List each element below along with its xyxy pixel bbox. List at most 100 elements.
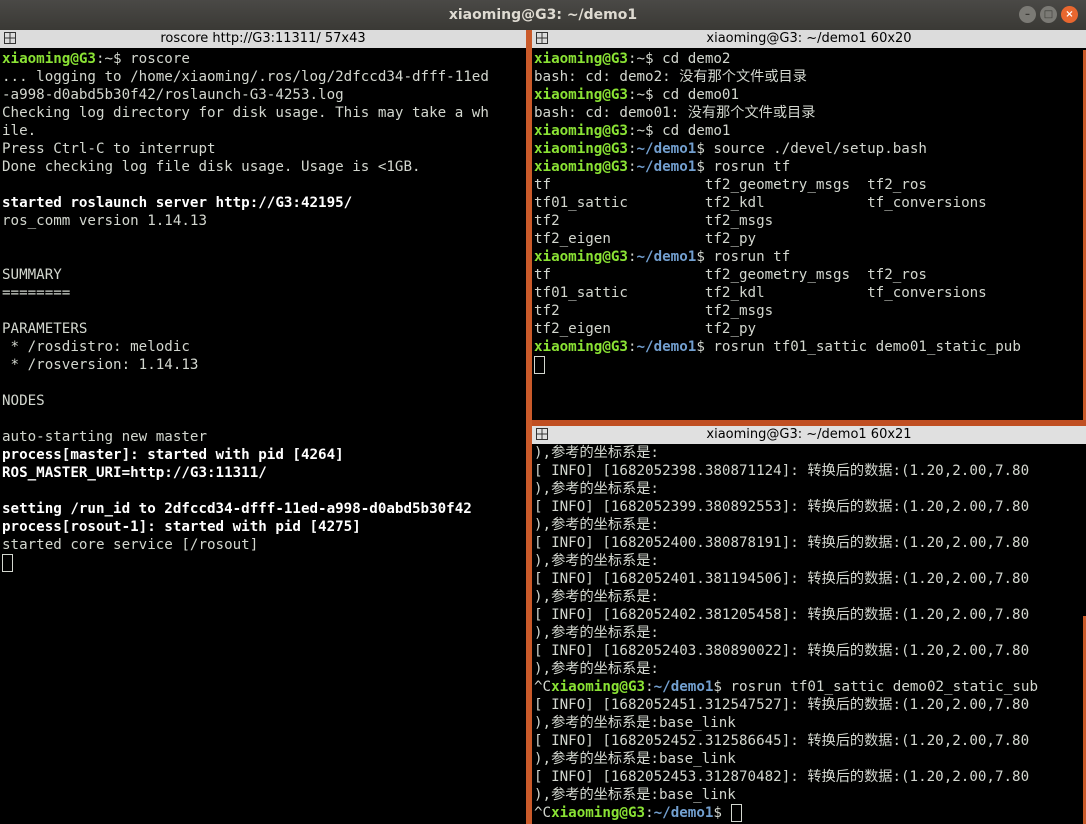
terminal-line: [ INFO] [1682052452.312586645]: 转换后的数据:(…: [534, 732, 1084, 750]
terminal-text: [ INFO] [1682052451.312547527]: 转换后的数据:(…: [534, 697, 1030, 713]
terminal-text: :~$ cd demo01: [627, 87, 740, 103]
pane-top-right[interactable]: xiaoming@G3: ~/demo1 60x20 xiaoming@G3:~…: [532, 30, 1086, 420]
terminal-line: ),参考的坐标系是:: [534, 444, 1084, 462]
terminal-text: :~$ cd demo1: [627, 123, 731, 139]
terminal-line: process[master]: started with pid [4264]: [2, 446, 524, 464]
pane-bottom-right[interactable]: xiaoming@G3: ~/demo1 60x21 ),参考的坐标系是: [ I…: [532, 426, 1086, 824]
terminal-line: ),参考的坐标系是:: [534, 516, 1084, 534]
terminal-text: process[rosout-1]: started with pid [427…: [2, 519, 361, 535]
terminal-grid-icon[interactable]: [536, 428, 548, 440]
pane-header[interactable]: roscore http://G3:11311/ 57x43: [0, 30, 526, 48]
terminal-line: SUMMARY: [2, 266, 524, 284]
terminal-line: ros_comm version 1.14.13: [2, 212, 524, 230]
terminal-cursor: [534, 356, 545, 374]
terminal-text: tf tf2_geometry_msgs tf2_ros: [534, 177, 927, 193]
terminal-text: :: [645, 679, 654, 695]
terminal-line: ROS_MASTER_URI=http://G3:11311/: [2, 464, 524, 482]
terminal-text: [ INFO] [1682052399.380892553]: 转换后的数据:(…: [534, 499, 1030, 515]
terminal-line: * /rosversion: 1.14.13: [2, 356, 524, 374]
terminal-text: ... logging to /home/xiaoming/.ros/log/2…: [2, 69, 489, 85]
terminal-line: xiaoming@G3:~/demo1$ source ./devel/setu…: [534, 140, 1084, 158]
terminal-grid-icon[interactable]: [4, 32, 16, 44]
close-icon[interactable]: ×: [1061, 6, 1078, 23]
terminal-text: bash: cd: demo2: 没有那个文件或目录: [534, 69, 807, 85]
pane-header[interactable]: xiaoming@G3: ~/demo1 60x20: [532, 30, 1086, 48]
terminal-text: tf01_sattic tf2_kdl tf_conversions: [534, 195, 987, 211]
terminal-line: tf01_sattic tf2_kdl tf_conversions: [534, 194, 1084, 212]
prompt-user-host: xiaoming@G3: [534, 51, 628, 67]
pane-roscore[interactable]: roscore http://G3:11311/ 57x43 xiaoming@…: [0, 30, 526, 824]
terminal-line: tf2 tf2_msgs: [534, 212, 1084, 230]
prompt-user-host: xiaoming@G3: [2, 51, 96, 67]
prompt-user-host: xiaoming@G3: [534, 87, 628, 103]
prompt-path: ~/demo1: [653, 805, 714, 821]
terminal-output[interactable]: ),参考的坐标系是: [ INFO] [1682052398.380871124]…: [534, 444, 1084, 824]
terminal-text: $ rosrun tf01_sattic demo01_static_pub: [696, 339, 1021, 355]
minimize-icon[interactable]: –: [1019, 6, 1036, 23]
terminal-line: [ INFO] [1682052402.381205458]: 转换后的数据:(…: [534, 606, 1084, 624]
terminal-line: xiaoming@G3:~/demo1$ rosrun tf01_sattic …: [534, 338, 1084, 356]
terminal-text: ^C: [534, 805, 552, 821]
prompt-user-host: xiaoming@G3: [551, 679, 646, 695]
terminal-text: * /rosdistro: melodic: [2, 339, 190, 355]
terminal-cursor: [2, 554, 13, 572]
prompt-user-host: xiaoming@G3: [551, 805, 646, 821]
prompt-user-host: xiaoming@G3: [534, 123, 628, 139]
terminal-line: [534, 356, 1084, 374]
terminal-line: Checking log directory for disk usage. T…: [2, 104, 524, 122]
terminal-text: :: [627, 141, 637, 157]
terminal-text: bash: cd: demo01: 没有那个文件或目录: [534, 105, 816, 121]
terminal-line: xiaoming@G3:~$ cd demo01: [534, 86, 1084, 104]
terminal-line: tf2 tf2_msgs: [534, 302, 1084, 320]
terminal-text: ),参考的坐标系是:: [534, 625, 659, 641]
terminal-grid-icon[interactable]: [536, 32, 548, 44]
terminal-text: :~$ cd demo2: [627, 51, 731, 67]
terminal-line: -a998-d0abd5b30f42/roslaunch-G3-4253.log: [2, 86, 524, 104]
pane-title: xiaoming@G3: ~/demo1 60x21: [706, 427, 912, 442]
terminal-text: $ rosrun tf: [696, 249, 791, 265]
terminal-text: ROS_MASTER_URI=http://G3:11311/: [2, 465, 267, 481]
maximize-icon[interactable]: □: [1040, 6, 1057, 23]
terminal-text: ),参考的坐标系是:base_link: [534, 787, 736, 803]
window-titlebar[interactable]: xiaoming@G3: ~/demo1 – □ ×: [0, 0, 1086, 30]
terminal-text: ),参考的坐标系是:base_link: [534, 715, 736, 731]
terminal-line: Done checking log file disk usage. Usage…: [2, 158, 524, 176]
terminal-line: ),参考的坐标系是:base_link: [534, 786, 1084, 804]
terminal-text: [ INFO] [1682052452.312586645]: 转换后的数据:(…: [534, 733, 1030, 749]
pane-title: xiaoming@G3: ~/demo1 60x20: [706, 31, 912, 46]
terminal-line: NODES: [2, 392, 524, 410]
terminal-text: $: [713, 805, 731, 821]
terminal-text: started roslaunch server http://G3:42195…: [2, 195, 353, 211]
terminal-output[interactable]: xiaoming@G3:~$ roscore... logging to /ho…: [2, 50, 524, 824]
terminal-text: Press Ctrl-C to interrupt: [2, 141, 216, 157]
terminal-text: [ INFO] [1682052453.312870482]: 转换后的数据:(…: [534, 769, 1030, 785]
terminal-output[interactable]: xiaoming@G3:~$ cd demo2 bash: cd: demo2: …: [534, 50, 1084, 420]
terminal-text: -a998-d0abd5b30f42/roslaunch-G3-4253.log: [2, 87, 344, 103]
window-title: xiaoming@G3: ~/demo1: [448, 7, 638, 23]
terminal-line: xiaoming@G3:~/demo1$ rosrun tf: [534, 158, 1084, 176]
terminal-text: $ source ./devel/setup.bash: [696, 141, 927, 157]
terminal-text: PARAMETERS: [2, 321, 88, 337]
terminal-line: xiaoming@G3:~$ cd demo1: [534, 122, 1084, 140]
prompt-path: ~/demo1: [636, 249, 697, 265]
terminal-line: auto-starting new master: [2, 428, 524, 446]
terminal-line: ),参考的坐标系是:: [534, 624, 1084, 642]
terminal-line: ),参考的坐标系是:: [534, 588, 1084, 606]
terminal-line: [2, 554, 524, 572]
terminal-text: tf tf2_geometry_msgs tf2_ros: [534, 267, 927, 283]
prompt-user-host: xiaoming@G3: [534, 141, 628, 157]
terminal-text: :: [627, 159, 637, 175]
terminal-line: ),参考的坐标系是:: [534, 552, 1084, 570]
terminal-text: [ INFO] [1682052401.381194506]: 转换后的数据:(…: [534, 571, 1030, 587]
terminal-line: Press Ctrl-C to interrupt: [2, 140, 524, 158]
pane-header[interactable]: xiaoming@G3: ~/demo1 60x21: [532, 426, 1086, 444]
prompt-path: ~/demo1: [636, 159, 697, 175]
window-controls: – □ ×: [1019, 6, 1078, 23]
terminal-text: ^C: [534, 679, 552, 695]
pane-title: roscore http://G3:11311/ 57x43: [160, 31, 366, 46]
terminal-text: tf01_sattic tf2_kdl tf_conversions: [534, 285, 987, 301]
